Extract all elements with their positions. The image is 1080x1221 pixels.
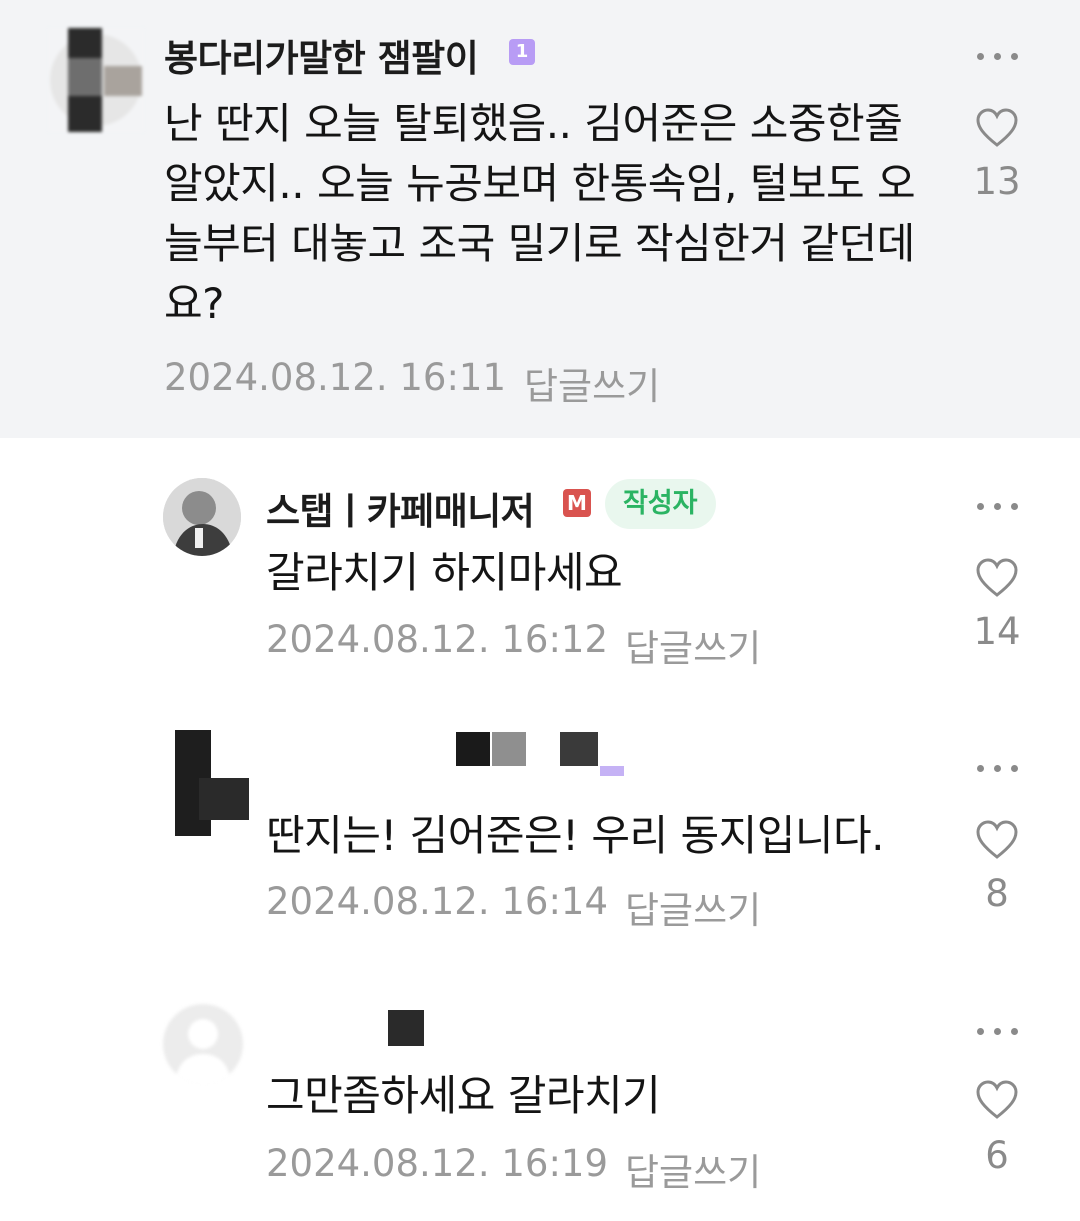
level-badge: 1 bbox=[509, 39, 535, 65]
comment-date: 2024.08.12. 16:11 bbox=[164, 356, 506, 399]
avatar-default bbox=[163, 1004, 243, 1084]
heart-icon[interactable] bbox=[975, 820, 1019, 860]
censored-username bbox=[456, 732, 626, 776]
avatar[interactable] bbox=[163, 728, 259, 838]
comment-text: 난 딴지 오늘 탈퇴했음.. 김어준은 소중한줄 알았지.. 오늘 뉴공보며 한… bbox=[164, 99, 916, 328]
reply-button[interactable]: 답글쓰기 bbox=[625, 618, 761, 672]
comment-item: 딴지는! 김어준은! 우리 동지입니다. 8 2024.08.12. 16:14… bbox=[0, 700, 1080, 962]
more-icon[interactable] bbox=[977, 762, 1019, 774]
comment-author[interactable]: 스탭ㅣ카페매니저 bbox=[266, 481, 535, 535]
comment-item: 스탭ㅣ카페매니저 M 작성자 갈라치기 하지마세요 14 2024.08.12.… bbox=[0, 438, 1080, 700]
avatar[interactable] bbox=[163, 1004, 243, 1084]
comment-item: 봉다리가말한 잼팔이 1 난 딴지 오늘 탈퇴했음.. 김어준은 소중한줄 알았… bbox=[0, 0, 1080, 438]
like-count: 13 bbox=[973, 160, 1021, 203]
avatar-censored-image bbox=[163, 728, 259, 838]
like-count: 6 bbox=[985, 1134, 1009, 1177]
manager-badge: M bbox=[563, 489, 591, 517]
censored-username bbox=[388, 1010, 424, 1046]
comment-date: 2024.08.12. 16:19 bbox=[266, 1142, 608, 1185]
reply-button[interactable]: 답글쓰기 bbox=[625, 880, 761, 934]
comment-text: 그만좀하세요 갈라치기 bbox=[266, 1071, 661, 1120]
avatar[interactable] bbox=[163, 478, 241, 556]
like-count: 8 bbox=[985, 872, 1009, 915]
avatar[interactable] bbox=[48, 28, 144, 132]
author-badge: 작성자 bbox=[605, 479, 716, 529]
more-icon[interactable] bbox=[977, 50, 1019, 62]
more-icon[interactable] bbox=[977, 1025, 1019, 1037]
like-count: 14 bbox=[973, 610, 1021, 653]
comment-text: 딴지는! 김어준은! 우리 동지입니다. bbox=[266, 811, 885, 860]
avatar-censored-image bbox=[48, 28, 144, 132]
reply-button[interactable]: 답글쓰기 bbox=[524, 356, 660, 410]
reply-button[interactable]: 답글쓰기 bbox=[625, 1142, 761, 1196]
comment-author[interactable]: 봉다리가말한 잼팔이 bbox=[164, 28, 479, 82]
comment-item: 그만좀하세요 갈라치기 6 2024.08.12. 16:19 답글쓰기 bbox=[0, 962, 1080, 1221]
heart-icon[interactable] bbox=[975, 1080, 1019, 1120]
heart-icon[interactable] bbox=[975, 558, 1019, 598]
comment-date: 2024.08.12. 16:14 bbox=[266, 880, 608, 923]
heart-icon[interactable] bbox=[975, 108, 1019, 148]
more-icon[interactable] bbox=[977, 500, 1019, 512]
comment-date: 2024.08.12. 16:12 bbox=[266, 618, 608, 661]
comment-text: 갈라치기 하지마세요 bbox=[266, 548, 623, 597]
avatar-photo bbox=[163, 478, 241, 556]
